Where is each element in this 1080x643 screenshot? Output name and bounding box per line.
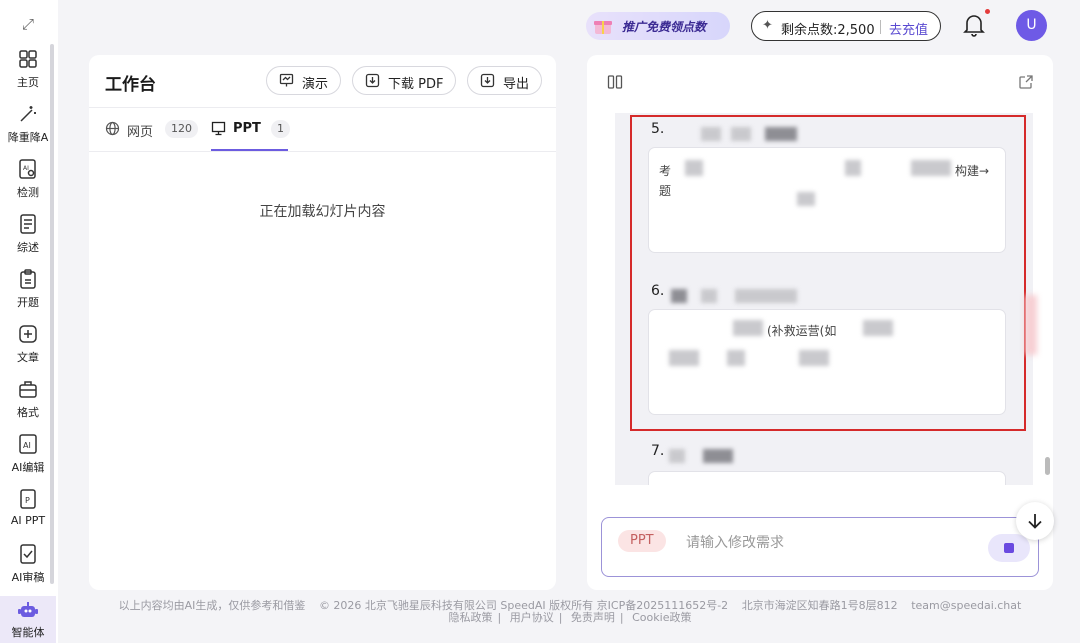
tab-divider xyxy=(89,151,556,152)
home-grid-icon xyxy=(19,50,37,68)
sidebar-item-label: 检测 xyxy=(17,186,39,199)
sidebar-item-home[interactable]: 主页 xyxy=(0,48,56,103)
sidebar-item-format[interactable]: 格式 xyxy=(0,378,56,433)
sidebar-item-label: 格式 xyxy=(17,406,39,419)
export-label: 导出 xyxy=(503,77,530,92)
globe-icon xyxy=(105,121,120,136)
left-sidebar: ⤢ 主页 降重降A AI 检测 综述 开题 文章 格式 AI AI编辑 P AI… xyxy=(0,0,58,643)
tab-web[interactable]: 网页 120 xyxy=(105,119,205,149)
sidebar-item-ai-ppt[interactable]: P AI PPT xyxy=(0,488,56,543)
sidebar-item-label: 开题 xyxy=(17,296,39,309)
svg-text:P: P xyxy=(25,496,30,505)
promo-text: 推广免费领点数 xyxy=(622,20,707,34)
tab-count-badge: 120 xyxy=(165,120,198,138)
export-icon xyxy=(480,73,495,88)
sidebar-item-label: 文章 xyxy=(17,351,39,364)
sidebar-item-proposal[interactable]: 开题 xyxy=(0,268,56,323)
open-external-icon[interactable] xyxy=(1018,74,1034,90)
download-pdf-button[interactable]: 下载 PDF xyxy=(352,66,456,95)
document-scrollbar[interactable] xyxy=(1045,457,1050,475)
gift-icon xyxy=(594,21,612,34)
ai-search-icon: AI xyxy=(19,159,36,179)
review-icon xyxy=(20,544,36,564)
sidebar-item-article[interactable]: 文章 xyxy=(0,323,56,378)
send-button[interactable] xyxy=(988,534,1030,562)
presentation-icon xyxy=(279,73,294,87)
redacted-text xyxy=(703,449,733,463)
svg-text:AI: AI xyxy=(23,441,31,450)
export-button[interactable]: 导出 xyxy=(467,66,542,95)
item-number: 7. xyxy=(651,443,665,459)
points-pill: ✦ 剩余点数:2,500 去充值 xyxy=(751,11,941,41)
tab-count-badge: 1 xyxy=(271,120,290,138)
download-icon xyxy=(365,73,380,88)
footer-links: 隐私政策 | 用户协议 | 免责声明 | Cookie政策 xyxy=(448,611,692,624)
item-card xyxy=(648,471,1006,485)
divider xyxy=(880,20,881,34)
document-panel: 5. 考 构建→ 题 6. (补救运营(如 7. PPT 请输入修改需求 xyxy=(587,55,1054,590)
tab-ppt[interactable]: PPT 1 xyxy=(211,119,291,149)
tab-label: PPT xyxy=(233,121,261,136)
sidebar-item-detect[interactable]: AI 检测 xyxy=(0,158,56,213)
sidebar-item-label: 主页 xyxy=(17,76,39,89)
sparkle-icon: ✦ xyxy=(762,18,773,33)
header-divider xyxy=(89,107,556,108)
disclaimer-link[interactable]: 免责声明 xyxy=(571,611,615,624)
sidebar-item-ai-edit[interactable]: AI AI编辑 xyxy=(0,433,56,488)
input-placeholder: 请输入修改需求 xyxy=(686,535,784,551)
page-title: 工作台 xyxy=(105,75,156,95)
ppt-icon: P xyxy=(20,489,36,509)
arrow-down-icon xyxy=(1028,514,1042,529)
present-label: 演示 xyxy=(302,77,329,92)
sidebar-item-label: AI编辑 xyxy=(11,461,45,474)
cookie-link[interactable]: Cookie政策 xyxy=(632,611,691,624)
avatar[interactable]: U xyxy=(1016,10,1047,41)
points-count: 剩余点数:2,500 xyxy=(781,23,875,38)
expand-icon[interactable]: ⤢ xyxy=(18,14,38,34)
split-view-icon[interactable] xyxy=(607,74,623,90)
presentation-icon xyxy=(211,121,226,136)
tab-label: 网页 xyxy=(127,125,154,140)
sidebar-item-label: 降重降A xyxy=(7,131,49,144)
highlight-glow xyxy=(1025,295,1037,355)
workbench-panel: 工作台 演示 下载 PDF 导出 网页 120 PPT 1 正在加载幻灯片内容 xyxy=(89,55,556,590)
sidebar-item-review[interactable]: 综述 xyxy=(0,213,56,268)
sidebar-item-ai-review[interactable]: AI审稿 xyxy=(0,543,56,598)
ai-edit-icon: AI xyxy=(19,434,37,454)
promo-banner[interactable]: 推广免费领点数 xyxy=(586,12,730,40)
sidebar-item-label: AI PPT xyxy=(10,514,46,527)
recharge-link[interactable]: 去充值 xyxy=(889,19,928,38)
bell-icon[interactable] xyxy=(962,12,986,38)
clipboard-icon xyxy=(20,269,36,289)
download-pdf-label: 下载 PDF xyxy=(388,77,444,92)
notification-dot xyxy=(985,9,990,14)
sidebar-item-label: 智能体 xyxy=(11,626,45,639)
document-icon xyxy=(20,214,36,234)
sidebar-item-rewrite[interactable]: 降重降A xyxy=(0,103,56,158)
loading-message: 正在加载幻灯片内容 xyxy=(259,204,386,220)
present-button[interactable]: 演示 xyxy=(266,66,341,95)
magic-wand-icon xyxy=(20,106,36,122)
redacted-text xyxy=(669,449,685,463)
scroll-down-button[interactable] xyxy=(1016,502,1054,540)
context-chip[interactable]: PPT xyxy=(618,530,666,552)
briefcase-icon xyxy=(19,381,37,398)
svg-text:AI: AI xyxy=(23,165,29,172)
terms-link[interactable]: 用户协议 xyxy=(510,611,554,624)
edit-request-input[interactable]: PPT 请输入修改需求 xyxy=(601,517,1039,577)
article-icon xyxy=(19,325,37,343)
sidebar-item-label: 综述 xyxy=(17,241,39,254)
highlight-box xyxy=(630,115,1026,431)
sidebar-item-label: AI审稿 xyxy=(11,571,45,584)
stop-icon xyxy=(1004,543,1014,553)
privacy-link[interactable]: 隐私政策 xyxy=(449,611,493,624)
